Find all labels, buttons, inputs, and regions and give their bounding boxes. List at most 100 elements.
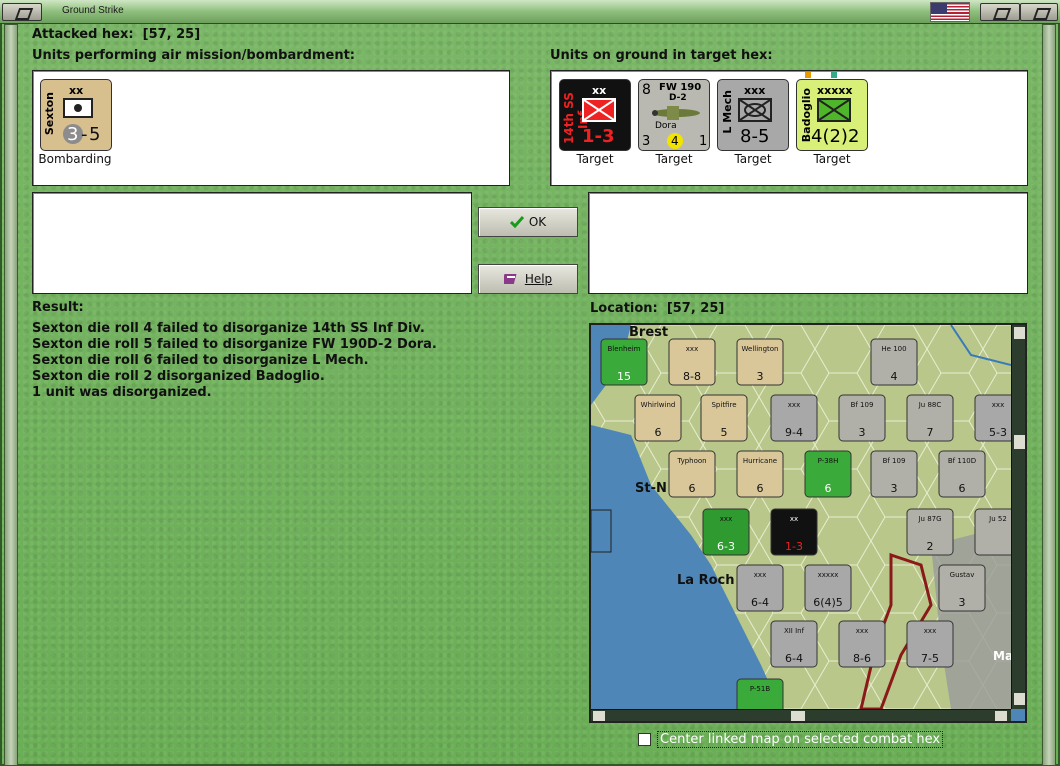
result-line: Sexton die roll 4 failed to disorganize … bbox=[32, 321, 425, 336]
scroll-thumb[interactable] bbox=[791, 711, 805, 721]
attacker-detail-panel bbox=[32, 192, 472, 294]
result-line: Sexton die roll 6 failed to disorganize … bbox=[32, 353, 369, 368]
scroll-left-button[interactable] bbox=[593, 711, 605, 721]
map-unit-values: 6 bbox=[689, 482, 696, 495]
infantry-symbol-icon bbox=[582, 98, 616, 122]
map-unit-values: 3 bbox=[959, 596, 966, 609]
unit-mid: 4 bbox=[671, 134, 679, 148]
unit-counter-sexton[interactable]: Sexton xx 3 - 5 bbox=[40, 79, 112, 151]
map-unit-counter[interactable]: xxx 6-3 bbox=[702, 508, 750, 556]
unit-move: 5 bbox=[89, 124, 101, 145]
ok-button[interactable]: OK bbox=[478, 207, 578, 237]
center-map-checkbox[interactable] bbox=[638, 733, 651, 746]
location-map[interactable]: Blenheim 15 xxx 8-8 Wellington 3 He 100 4 Whirlw… bbox=[589, 323, 1027, 723]
scroll-right-button[interactable] bbox=[995, 711, 1007, 721]
unit-counter-badoglio[interactable]: Badoglio xxxxx 4(2)2 bbox=[796, 79, 868, 151]
map-unit-counter[interactable]: Blenheim 15 bbox=[600, 338, 648, 386]
help-button[interactable]: Help bbox=[478, 264, 578, 294]
scroll-up-button[interactable] bbox=[1014, 327, 1025, 339]
map-unit-values: 6-4 bbox=[785, 652, 803, 665]
map-unit-counter[interactable]: Bf 110D 6 bbox=[938, 450, 986, 498]
map-unit-values: 2 bbox=[927, 540, 934, 553]
map-unit-counter[interactable]: xxx 6-4 bbox=[736, 564, 784, 612]
map-unit-counter[interactable]: Bf 109 3 bbox=[870, 450, 918, 498]
unit-top-left: 8 bbox=[642, 82, 651, 98]
unit-status: Target bbox=[655, 152, 693, 166]
map-unit-counter[interactable]: xxx 5-3 bbox=[974, 394, 1011, 442]
map-unit-name: XII Inf bbox=[784, 627, 805, 635]
unit-values: 8-5 bbox=[740, 126, 770, 147]
unit-pilot: Dora bbox=[655, 121, 677, 131]
map-unit-name: xxx bbox=[924, 627, 936, 635]
defender-detail-panel bbox=[588, 192, 1028, 294]
unit-name: FW 190 bbox=[659, 82, 702, 93]
unit-status: Bombarding bbox=[38, 152, 112, 166]
unit-counter-fw190[interactable]: 8 FW 190 D-2 Dora 3 4 1 bbox=[638, 79, 710, 151]
scroll-down-button[interactable] bbox=[1014, 693, 1025, 705]
location-value: [57, 25] bbox=[666, 301, 725, 316]
map-unit-values: 4 bbox=[891, 370, 898, 383]
map-unit-counter[interactable]: He 100 4 bbox=[870, 338, 918, 386]
marker-orange-icon bbox=[805, 72, 811, 78]
marker-teal-icon bbox=[831, 72, 837, 78]
map-unit-values: 7 bbox=[927, 426, 934, 439]
map-unit-counter[interactable]: xxxxx 6(4)5 bbox=[804, 564, 852, 612]
result-log: Sexton die roll 4 failed to disorganize … bbox=[32, 321, 437, 401]
map-canvas[interactable]: Blenheim 15 xxx 8-8 Wellington 3 He 100 4 Whirlw… bbox=[591, 325, 1011, 709]
map-unit-values: 3 bbox=[859, 426, 866, 439]
map-unit-counter[interactable]: xxx 8-6 bbox=[838, 620, 886, 668]
map-unit-counter[interactable]: Ju 52 bbox=[974, 508, 1011, 556]
map-unit-counter[interactable]: xxx 9-4 bbox=[770, 394, 818, 442]
map-unit-values: 6-4 bbox=[751, 596, 769, 609]
map-unit-counter[interactable]: xxx 8-8 bbox=[668, 338, 716, 386]
map-unit-name: xxx bbox=[720, 515, 732, 523]
map-unit-counter[interactable]: Ju 87G 2 bbox=[906, 508, 954, 556]
map-unit-values: 3 bbox=[757, 370, 764, 383]
map-unit-values: 1-3 bbox=[785, 540, 803, 553]
map-unit-name: xxxxx bbox=[818, 571, 839, 579]
map-unit-values: 6 bbox=[959, 482, 966, 495]
map-unit-counter[interactable]: Hurricane 6 bbox=[736, 450, 784, 498]
result-label: Result: bbox=[32, 300, 84, 315]
map-unit-name: xx bbox=[790, 515, 798, 523]
minimize-button[interactable] bbox=[980, 3, 1020, 21]
map-unit-name: He 100 bbox=[881, 345, 906, 353]
map-unit-values: 6 bbox=[825, 482, 832, 495]
map-unit-counter[interactable]: Typhoon 6 bbox=[668, 450, 716, 498]
unit-size: xxxxx bbox=[817, 84, 853, 97]
air-units-panel: Sexton xx 3 - 5 Bombarding bbox=[32, 70, 510, 186]
scroll-thumb[interactable] bbox=[1014, 435, 1025, 449]
center-map-option[interactable]: Center linked map on selected combat hex bbox=[638, 731, 944, 748]
map-unit-counter[interactable]: Ju 88C 7 bbox=[906, 394, 954, 442]
artillery-symbol-icon bbox=[63, 98, 93, 118]
map-unit-name: Bf 109 bbox=[883, 457, 906, 465]
map-unit-counter[interactable]: Wellington 3 bbox=[736, 338, 784, 386]
window-menu-button[interactable] bbox=[2, 3, 42, 21]
map-unit-counter[interactable]: xx 1-3 bbox=[770, 508, 818, 556]
map-unit-values: 3 bbox=[891, 482, 898, 495]
map-unit-counter[interactable]: Spitfire 5 bbox=[700, 394, 748, 442]
unit-size: xx bbox=[69, 84, 84, 97]
map-unit-counter[interactable]: XII Inf 6-4 bbox=[770, 620, 818, 668]
ground-units-panel: 14th SS Inf. xx 1-3 Target 8 FW 190 D-2 … bbox=[550, 70, 1028, 186]
map-unit-name: Hurricane bbox=[743, 457, 777, 465]
map-horizontal-scrollbar[interactable] bbox=[591, 709, 1011, 721]
map-unit-counter[interactable]: Gustav 3 bbox=[938, 564, 986, 612]
map-unit-name: Blenheim bbox=[608, 345, 641, 353]
map-vertical-scrollbar[interactable] bbox=[1011, 325, 1025, 709]
close-button[interactable] bbox=[1020, 3, 1058, 21]
map-unit-name: xxx bbox=[856, 627, 868, 635]
map-unit-counter[interactable]: Whirlwind 6 bbox=[634, 394, 682, 442]
map-unit-counter[interactable]: Bf 109 3 bbox=[838, 394, 886, 442]
map-unit-name: xxx bbox=[992, 401, 1004, 409]
map-unit-name: Typhoon bbox=[676, 457, 706, 465]
map-unit-counter[interactable]: P-38H 6 bbox=[804, 450, 852, 498]
map-unit-name: P-51B bbox=[750, 685, 771, 693]
unit-counter-14th-ss-inf[interactable]: 14th SS Inf. xx 1-3 bbox=[559, 79, 631, 151]
map-unit-counter[interactable]: xxx 7-5 bbox=[906, 620, 954, 668]
unit-counter-l-mech[interactable]: L Mech xxx 8-5 bbox=[717, 79, 789, 151]
map-unit-name: xxx bbox=[754, 571, 766, 579]
unit-status: Target bbox=[734, 152, 772, 166]
map-unit-values: 6-3 bbox=[717, 540, 735, 553]
map-unit-counter[interactable]: P-51B bbox=[736, 678, 784, 709]
